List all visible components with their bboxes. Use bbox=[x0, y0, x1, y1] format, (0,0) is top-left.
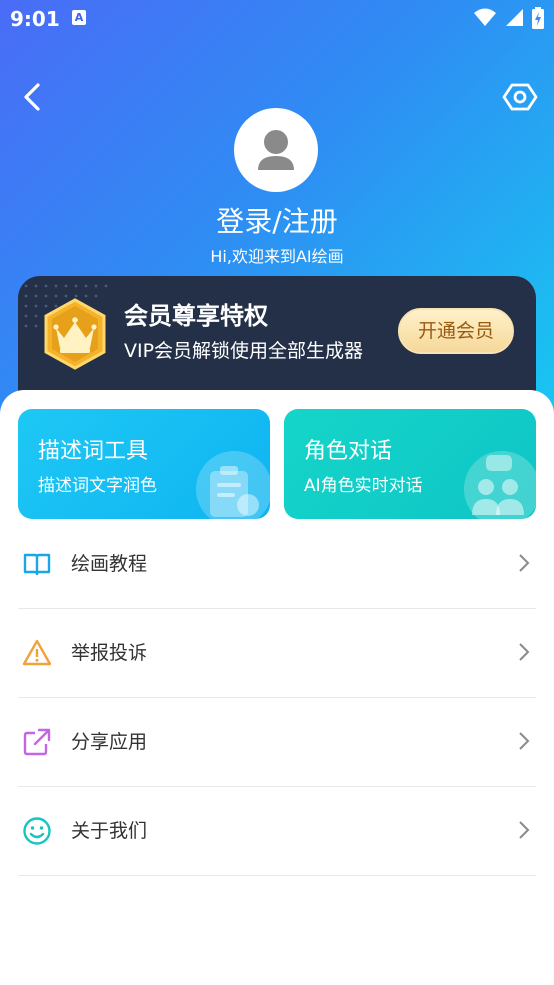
crown-badge-icon bbox=[44, 298, 106, 370]
chevron-right-icon bbox=[519, 554, 530, 572]
content-panel: 描述词工具 描述词文字润色 角色对话 AI角色实时对话 绘画教程 举报投诉 分享… bbox=[0, 390, 554, 985]
welcome-text: Hi,欢迎来到AI绘画 bbox=[210, 247, 344, 266]
menu-item-report[interactable]: 举报投诉 bbox=[18, 608, 536, 698]
book-icon bbox=[23, 553, 51, 576]
tool-title: 角色对话 bbox=[304, 439, 393, 464]
settings-button[interactable] bbox=[502, 80, 538, 114]
login-register-link[interactable]: 登录/注册 bbox=[0, 200, 554, 240]
menu-label: 分享应用 bbox=[71, 731, 148, 753]
menu-item-drawing-tutorial[interactable]: 绘画教程 bbox=[18, 519, 536, 609]
menu-item-share[interactable]: 分享应用 bbox=[18, 697, 536, 787]
back-button[interactable] bbox=[18, 80, 48, 114]
chevron-right-icon bbox=[519, 732, 530, 750]
tool-title: 描述词工具 bbox=[38, 439, 149, 464]
tool-subtitle: AI角色实时对话 bbox=[304, 476, 423, 496]
status-bar: 9:01 A bbox=[0, 0, 554, 38]
wifi-icon bbox=[473, 8, 496, 26]
menu-label: 绘画教程 bbox=[71, 553, 148, 575]
menu-label: 关于我们 bbox=[71, 820, 148, 842]
signal-icon bbox=[505, 9, 523, 26]
smile-icon bbox=[23, 817, 51, 845]
open-membership-button[interactable]: 开通会员 bbox=[398, 308, 514, 354]
person-icon bbox=[258, 130, 294, 170]
vip-title: 会员尊享特权 bbox=[124, 302, 268, 330]
warning-icon bbox=[22, 639, 52, 666]
battery-charging-icon bbox=[532, 7, 544, 29]
vip-subtitle: VIP会员解锁使用全部生成器 bbox=[124, 340, 364, 362]
chevron-right-icon bbox=[519, 821, 530, 839]
hex-settings-icon bbox=[502, 83, 538, 111]
status-time: 9:01 bbox=[10, 7, 60, 31]
chevron-right-icon bbox=[519, 643, 530, 661]
share-external-icon bbox=[23, 728, 51, 756]
prompt-tool-card[interactable]: 描述词工具 描述词文字润色 bbox=[18, 409, 270, 519]
menu-label: 举报投诉 bbox=[71, 642, 148, 664]
chevron-left-icon bbox=[24, 83, 40, 111]
tool-subtitle: 描述词文字润色 bbox=[38, 476, 157, 496]
people-chat-icon bbox=[464, 451, 536, 519]
menu-item-about-us[interactable]: 关于我们 bbox=[18, 786, 536, 876]
notification-icon: A bbox=[72, 10, 86, 25]
vip-banner[interactable]: 会员尊享特权 VIP会员解锁使用全部生成器 开通会员 bbox=[18, 276, 536, 406]
clipboard-edit-icon bbox=[196, 451, 270, 519]
status-icons bbox=[470, 7, 544, 29]
role-chat-card[interactable]: 角色对话 AI角色实时对话 bbox=[284, 409, 536, 519]
avatar[interactable] bbox=[234, 108, 318, 192]
